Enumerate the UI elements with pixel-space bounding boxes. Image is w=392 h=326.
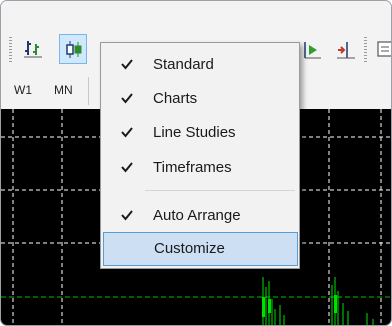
chart-shift-button[interactable] — [335, 39, 355, 59]
candle-bodies — [262, 295, 337, 317]
autoscroll-button[interactable] — [301, 39, 321, 59]
templates-button[interactable] — [375, 39, 391, 59]
menu-item-standard[interactable]: Standard — [105, 50, 295, 80]
timeframe-mn-button[interactable]: MN — [54, 83, 73, 97]
toolbar-grip-2[interactable] — [364, 37, 367, 63]
menu-item-label: Line Studies — [153, 124, 236, 141]
timeframe-w1-button[interactable]: W1 — [14, 83, 32, 97]
autoscroll-icon — [301, 42, 323, 65]
menu-separator — [145, 190, 295, 191]
checkmark-icon — [121, 59, 133, 70]
menu-item-timeframes[interactable]: Timeframes — [105, 153, 295, 183]
checkmark-icon — [121, 210, 133, 221]
checkmark-icon — [121, 127, 133, 138]
candlesticks — [262, 277, 374, 325]
menu-item-label: Timeframes — [153, 159, 232, 176]
menu-item-auto-arrange[interactable]: Auto Arrange — [105, 201, 295, 231]
templates-icon — [375, 41, 391, 63]
menu-item-label: Auto Arrange — [153, 207, 241, 224]
menu-item-line-studies[interactable]: Line Studies — [105, 118, 295, 148]
bar-chart-button[interactable] — [19, 34, 47, 64]
menu-item-label: Customize — [154, 240, 225, 257]
menu-item-customize[interactable]: Customize — [103, 232, 298, 266]
menu-item-label: Charts — [153, 90, 198, 107]
menu-item-label: Standard — [153, 56, 214, 73]
timeframes-divider — [88, 77, 89, 105]
checkmark-icon — [121, 162, 133, 173]
toolbar-grip[interactable] — [9, 37, 12, 63]
checkmark-icon — [121, 93, 133, 104]
chart-shift-icon — [335, 42, 357, 65]
toolbars-context-menu: Standard Charts Line Studies Timeframes … — [100, 42, 300, 269]
menu-item-charts[interactable]: Charts — [105, 84, 295, 114]
application-window: W1 MN Standard Charts Line Studies Timef… — [0, 0, 392, 326]
candlestick-chart-button[interactable] — [59, 34, 87, 64]
